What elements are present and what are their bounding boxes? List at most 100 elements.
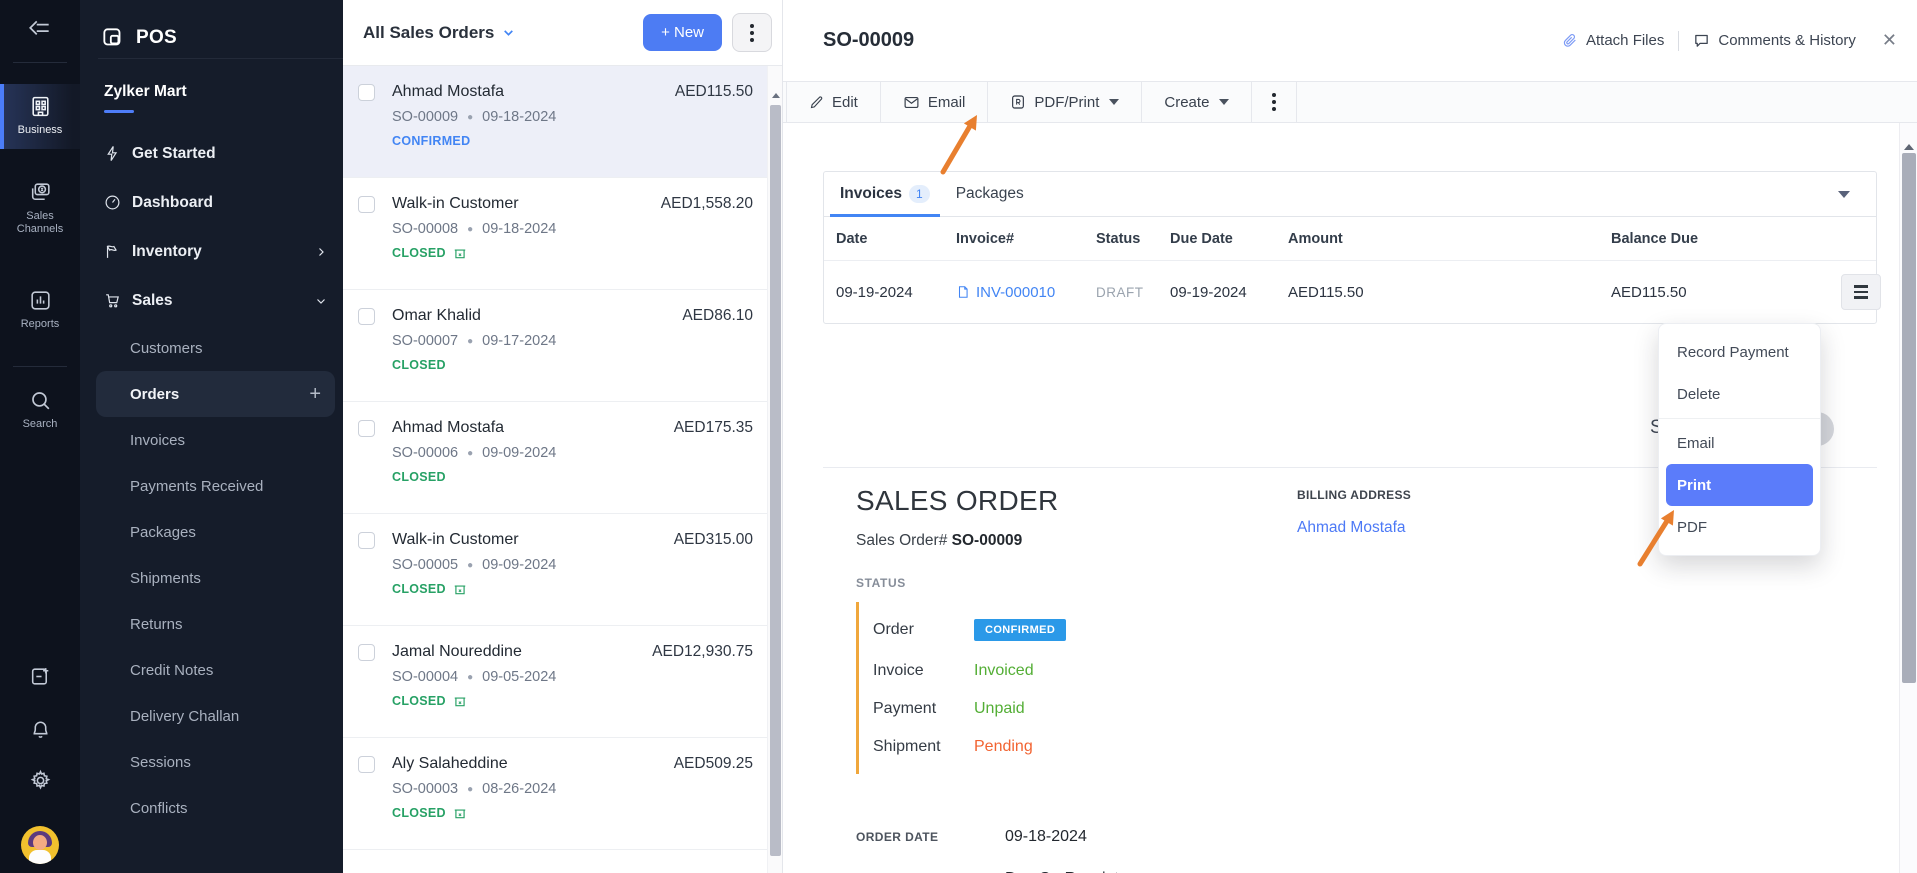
- comments-history-button[interactable]: Comments & History: [1693, 32, 1856, 49]
- order-checkbox[interactable]: [358, 644, 375, 661]
- sidebar-item-label: Sessions: [130, 754, 191, 771]
- menu-item-delete[interactable]: Delete: [1659, 373, 1820, 415]
- sidebar-item-returns[interactable]: Returns: [80, 601, 343, 647]
- kebab-icon: [750, 24, 754, 42]
- rail-item-reports[interactable]: Reports: [0, 288, 80, 331]
- order-row[interactable]: Aly SalaheddineAED509.25 SO-00003●08-26-…: [343, 738, 767, 850]
- rail-item-sales-channels[interactable]: Sales Channels: [0, 180, 80, 236]
- invoice-row-menu-button[interactable]: [1841, 274, 1881, 310]
- notifications-button[interactable]: [0, 716, 80, 741]
- rail-announcement-button[interactable]: [0, 664, 80, 689]
- new-order-button[interactable]: + New: [643, 14, 722, 51]
- order-row[interactable]: Walk-in CustomerAED1,558.20 SO-00008●09-…: [343, 178, 767, 290]
- list-scrollbar[interactable]: [767, 66, 782, 873]
- col-invoice-no: Invoice#: [956, 231, 1096, 247]
- sidebar-item-invoices[interactable]: Invoices: [80, 417, 343, 463]
- sidebar-item-dashboard[interactable]: Dashboard: [80, 178, 343, 227]
- order-checkbox[interactable]: [358, 196, 375, 213]
- org-name: Zylker Mart: [104, 83, 343, 101]
- sidebar-item-payments-received[interactable]: Payments Received: [80, 463, 343, 509]
- menu-item-pdf[interactable]: PDF: [1659, 506, 1820, 548]
- order-checkbox[interactable]: [358, 420, 375, 437]
- close-icon[interactable]: ✕: [1876, 30, 1903, 51]
- order-status: CLOSED: [392, 470, 446, 484]
- rail-item-search[interactable]: Search: [0, 388, 80, 431]
- order-status: CLOSED: [392, 806, 446, 820]
- order-status: CLOSED: [392, 358, 446, 372]
- invoice-link[interactable]: INV-000010: [956, 284, 1096, 301]
- status-row-label: Shipment: [873, 738, 974, 756]
- shipment-status-value: Pending: [974, 738, 1033, 756]
- order-checkbox[interactable]: [358, 84, 375, 101]
- order-date-value: 09-18-2024: [1005, 828, 1087, 846]
- paperclip-icon: [1562, 33, 1578, 49]
- order-date: 09-09-2024: [482, 557, 556, 573]
- order-checkbox[interactable]: [358, 756, 375, 773]
- sidebar-item-credit-notes[interactable]: Credit Notes: [80, 647, 343, 693]
- sidebar-item-packages[interactable]: Packages: [80, 509, 343, 555]
- sidebar-item-sessions[interactable]: Sessions: [80, 739, 343, 785]
- sidebar-item-orders[interactable]: Orders +: [96, 371, 335, 417]
- menu-item-email[interactable]: Email: [1659, 422, 1820, 464]
- list-scrollbar-thumb[interactable]: [770, 105, 781, 856]
- order-amount: AED115.50: [675, 83, 753, 101]
- order-row[interactable]: Ahmad MostafaAED175.35 SO-00006●09-09-20…: [343, 402, 767, 514]
- menu-item-record-payment[interactable]: Record Payment: [1659, 331, 1820, 373]
- sidebar-item-delivery-challan[interactable]: Delivery Challan: [80, 693, 343, 739]
- sidebar-item-conflicts[interactable]: Conflicts: [80, 785, 343, 831]
- sidebar-item-get-started[interactable]: Get Started: [80, 129, 343, 178]
- order-date: 08-26-2024: [482, 781, 556, 797]
- sidebar-item-label: Credit Notes: [130, 662, 213, 679]
- pdf-print-button[interactable]: PDF/Print: [988, 82, 1142, 122]
- order-row[interactable]: Walk-in CustomerAED315.00 SO-00005●09-09…: [343, 514, 767, 626]
- invoice-amount: AED115.50: [1288, 284, 1611, 301]
- org-underline: [104, 110, 134, 113]
- avatar-face: [33, 835, 47, 850]
- order-row[interactable]: Ahmad MostafaAED115.50 SO-00009●09-18-20…: [343, 66, 767, 178]
- order-row[interactable]: Jamal NoureddineAED12,930.75 SO-00004●09…: [343, 626, 767, 738]
- org-switcher[interactable]: Zylker Mart: [80, 59, 343, 113]
- rail-item-business[interactable]: Business: [0, 84, 80, 149]
- email-button[interactable]: Email: [881, 82, 989, 122]
- edit-button[interactable]: Edit: [786, 82, 881, 122]
- order-row[interactable]: Omar KhalidAED86.10 SO-00007●09-17-2024 …: [343, 290, 767, 402]
- create-button[interactable]: Create: [1142, 82, 1252, 122]
- order-customer: Jamal Noureddine: [392, 643, 522, 661]
- add-order-icon[interactable]: +: [309, 383, 321, 406]
- order-checkbox[interactable]: [358, 308, 375, 325]
- orders-list-header: All Sales Orders + New: [343, 0, 782, 66]
- collapse-card-icon[interactable]: [1838, 191, 1850, 198]
- main-scrollbar[interactable]: [1899, 123, 1917, 873]
- scroll-up-icon[interactable]: [772, 93, 780, 98]
- sidebar-item-label: Returns: [130, 616, 183, 633]
- menu-item-print[interactable]: Print: [1666, 464, 1813, 506]
- order-customer: Walk-in Customer: [392, 531, 519, 549]
- list-more-button[interactable]: [732, 13, 772, 52]
- invoice-due-date: 09-19-2024: [1170, 284, 1288, 301]
- detail-tabs: Invoices 1 Packages: [824, 172, 1876, 217]
- sidebar-item-sales[interactable]: Sales: [80, 276, 343, 325]
- tab-invoices[interactable]: Invoices 1: [830, 172, 940, 217]
- sidebar-item-shipments[interactable]: Shipments: [80, 555, 343, 601]
- sidebar-item-customers[interactable]: Customers: [80, 325, 343, 371]
- scroll-up-icon[interactable]: [1904, 144, 1914, 150]
- collapse-sidebar-button[interactable]: [0, 16, 80, 42]
- invoices-table-header: Date Invoice# Status Due Date Amount Bal…: [824, 217, 1876, 261]
- page-title: SO-00009: [823, 29, 914, 52]
- order-checkbox[interactable]: [358, 532, 375, 549]
- billing-customer-link[interactable]: Ahmad Mostafa: [1297, 519, 1411, 537]
- settings-button[interactable]: [0, 768, 80, 793]
- more-actions-button[interactable]: [1252, 82, 1297, 122]
- app-header: POS: [80, 0, 343, 58]
- detail-toolbar: Edit Email PDF/Print Create: [783, 81, 1917, 123]
- comment-bubble-icon: [1693, 32, 1710, 49]
- envelope-icon: [903, 94, 920, 111]
- attach-files-button[interactable]: Attach Files: [1562, 32, 1664, 49]
- comments-history-label: Comments & History: [1718, 32, 1856, 49]
- main-scrollbar-thumb[interactable]: [1902, 153, 1916, 683]
- tab-packages[interactable]: Packages: [946, 172, 1034, 217]
- orders-filter-dropdown[interactable]: All Sales Orders: [363, 23, 515, 43]
- user-avatar[interactable]: [21, 826, 59, 864]
- sidebar-item-inventory[interactable]: Inventory: [80, 227, 343, 276]
- sidebar-item-label: Delivery Challan: [130, 708, 239, 725]
